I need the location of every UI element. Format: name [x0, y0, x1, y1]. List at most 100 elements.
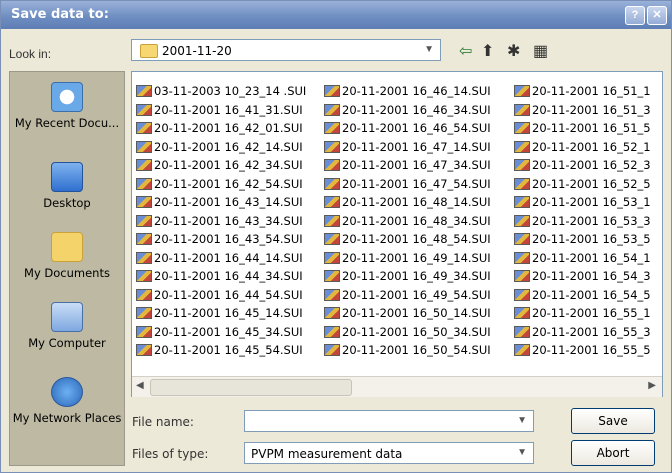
file-item[interactable]: 20-11-2001 16_54_1 [514, 249, 651, 268]
file-item[interactable]: 20-11-2001 16_48_14.SUI [324, 193, 491, 212]
file-item[interactable]: 20-11-2001 16_43_14.SUI [136, 193, 306, 212]
file-column-2: 20-11-2001 16_46_14.SUI 20-11-2001 16_46… [324, 82, 491, 360]
file-item[interactable]: 20-11-2001 16_55_3 [514, 323, 651, 342]
file-item[interactable]: 20-11-2001 16_49_14.SUI [324, 249, 491, 268]
sui-file-icon [136, 288, 152, 301]
horizontal-scrollbar[interactable]: ◀ ▶ [132, 376, 662, 397]
sui-file-icon [136, 270, 152, 283]
lookin-label: Look in: [9, 47, 52, 61]
file-item[interactable]: 20-11-2001 16_51_5 [514, 119, 651, 138]
file-item[interactable]: 20-11-2001 16_47_14.SUI [324, 138, 491, 157]
file-item[interactable]: 20-11-2001 16_55_5 [514, 341, 651, 360]
sui-file-icon [514, 251, 530, 264]
place-recent-documents[interactable]: My Recent Docu... [10, 82, 124, 130]
file-item[interactable]: 20-11-2001 16_45_54.SUI [136, 341, 306, 360]
file-item[interactable]: 20-11-2001 16_48_54.SUI [324, 230, 491, 249]
sui-file-icon [514, 85, 530, 98]
scroll-right-icon[interactable]: ▶ [648, 380, 656, 391]
file-item[interactable]: 20-11-2001 16_49_34.SUI [324, 267, 491, 286]
scroll-left-icon[interactable]: ◀ [136, 380, 144, 391]
file-item[interactable]: 20-11-2001 16_42_01.SUI [136, 119, 306, 138]
file-list: 03-11-2003 10_23_14 .SUI 20-11-2001 16_4… [131, 71, 663, 397]
file-item[interactable]: 20-11-2001 16_46_14.SUI [324, 82, 491, 101]
new-folder-icon[interactable]: ✱ [507, 41, 520, 61]
abort-button[interactable]: Abort [571, 440, 655, 466]
file-item[interactable]: 20-11-2001 16_44_14.SUI [136, 249, 306, 268]
sui-file-icon [136, 140, 152, 153]
help-button[interactable]: ? [625, 6, 645, 25]
file-item[interactable]: 20-11-2001 16_51_3 [514, 101, 651, 120]
chevron-down-icon[interactable]: ▼ [517, 415, 527, 426]
file-item[interactable]: 20-11-2001 16_41_31.SUI [136, 101, 306, 120]
title-bar: Save data to: ? ✕ [1, 1, 671, 29]
place-label: My Documents [24, 266, 110, 280]
file-item[interactable]: 20-11-2001 16_49_54.SUI [324, 286, 491, 305]
folder-icon [140, 44, 158, 58]
file-item[interactable]: 20-11-2001 16_45_14.SUI [136, 304, 306, 323]
filetype-select[interactable]: PVPM measurement data ▼ [244, 442, 534, 464]
file-item[interactable]: 20-11-2001 16_50_34.SUI [324, 323, 491, 342]
sui-file-icon [514, 140, 530, 153]
file-item[interactable]: 20-11-2001 16_55_1 [514, 304, 651, 323]
file-item[interactable]: 20-11-2001 16_44_54.SUI [136, 286, 306, 305]
filename-label: File name: [132, 415, 194, 429]
file-item[interactable]: 20-11-2001 16_42_54.SUI [136, 175, 306, 194]
file-item[interactable]: 03-11-2003 10_23_14 .SUI [136, 82, 306, 101]
file-item[interactable]: 20-11-2001 16_43_54.SUI [136, 230, 306, 249]
sui-file-icon [514, 288, 530, 301]
lookin-dropdown[interactable]: 2001-11-20 ▼ [131, 39, 441, 61]
sui-file-icon [136, 196, 152, 209]
file-item[interactable]: 20-11-2001 16_47_34.SUI [324, 156, 491, 175]
file-item[interactable]: 20-11-2001 16_50_54.SUI [324, 341, 491, 360]
file-item[interactable]: 20-11-2001 16_45_34.SUI [136, 323, 306, 342]
sui-file-icon [324, 214, 340, 227]
place-label: My Computer [28, 336, 106, 350]
place-network[interactable]: My Network Places [10, 377, 124, 425]
file-item[interactable]: 20-11-2001 16_52_3 [514, 156, 651, 175]
file-item[interactable]: 20-11-2001 16_53_1 [514, 193, 651, 212]
sui-file-icon [136, 122, 152, 135]
sui-file-icon [136, 214, 152, 227]
filename-input[interactable]: ▼ [244, 410, 534, 432]
file-item[interactable]: 20-11-2001 16_44_34.SUI [136, 267, 306, 286]
file-item[interactable]: 20-11-2001 16_48_34.SUI [324, 212, 491, 231]
file-item[interactable]: 20-11-2001 16_52_5 [514, 175, 651, 194]
file-item[interactable]: 20-11-2001 16_43_34.SUI [136, 212, 306, 231]
file-item[interactable]: 20-11-2001 16_53_5 [514, 230, 651, 249]
chevron-down-icon[interactable]: ▼ [517, 447, 527, 458]
dialog-title: Save data to: [11, 7, 109, 22]
desktop-icon [51, 162, 83, 192]
sui-file-icon [324, 233, 340, 246]
file-item[interactable]: 20-11-2001 16_42_14.SUI [136, 138, 306, 157]
chevron-down-icon: ▼ [424, 44, 434, 55]
sui-file-icon [324, 325, 340, 338]
file-item[interactable]: 20-11-2001 16_46_54.SUI [324, 119, 491, 138]
back-icon[interactable]: ⇦ [459, 41, 472, 61]
file-item[interactable]: 20-11-2001 16_54_3 [514, 267, 651, 286]
lookin-value: 2001-11-20 [162, 44, 232, 58]
file-item[interactable]: 20-11-2001 16_47_54.SUI [324, 175, 491, 194]
sui-file-icon [136, 325, 152, 338]
up-folder-icon[interactable]: ⬆ [481, 41, 494, 61]
scroll-thumb[interactable] [150, 379, 352, 396]
sui-file-icon [514, 177, 530, 190]
place-desktop[interactable]: Desktop [10, 162, 124, 210]
place-my-documents[interactable]: My Documents [10, 232, 124, 280]
save-dialog: Save data to: ? ✕ Look in: 2001-11-20 ▼ … [0, 0, 672, 473]
sui-file-icon [324, 103, 340, 116]
place-my-computer[interactable]: My Computer [10, 302, 124, 350]
my-computer-icon [51, 302, 83, 332]
file-item[interactable]: 20-11-2001 16_46_34.SUI [324, 101, 491, 120]
file-item[interactable]: 20-11-2001 16_54_5 [514, 286, 651, 305]
file-item[interactable]: 20-11-2001 16_53_3 [514, 212, 651, 231]
file-item[interactable]: 20-11-2001 16_51_1 [514, 82, 651, 101]
view-menu-icon[interactable]: ▦ [533, 41, 548, 61]
sui-file-icon [514, 270, 530, 283]
save-button[interactable]: Save [571, 408, 655, 434]
file-item[interactable]: 20-11-2001 16_42_34.SUI [136, 156, 306, 175]
file-item[interactable]: 20-11-2001 16_52_1 [514, 138, 651, 157]
file-item[interactable]: 20-11-2001 16_50_14.SUI [324, 304, 491, 323]
sui-file-icon [136, 233, 152, 246]
sui-file-icon [324, 196, 340, 209]
close-button[interactable]: ✕ [647, 6, 667, 25]
